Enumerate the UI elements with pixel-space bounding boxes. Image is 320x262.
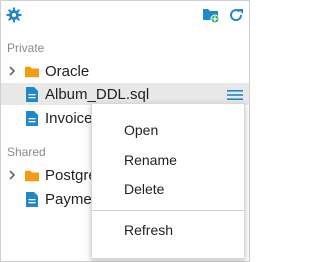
tree-item-label: Oracle xyxy=(45,62,90,80)
gear-icon xyxy=(6,7,22,23)
folder-icon xyxy=(25,64,39,78)
hamburger-menu-icon xyxy=(227,90,243,100)
menu-item-label: Rename xyxy=(124,152,177,168)
tree-item-label: Postgre xyxy=(45,166,97,184)
menu-item-delete[interactable]: Delete xyxy=(92,175,244,203)
context-menu: Open Rename Delete Refresh xyxy=(91,103,245,259)
tree-item-label: Album_DDL.sql xyxy=(45,85,150,103)
chevron-right-icon[interactable] xyxy=(7,170,17,180)
menu-item-label: Refresh xyxy=(124,222,174,238)
section-header-shared: Shared xyxy=(7,145,46,159)
tree-item-oracle[interactable]: Oracle xyxy=(1,60,249,82)
item-menu-button[interactable] xyxy=(227,88,243,100)
menu-divider xyxy=(92,210,244,211)
settings-button[interactable] xyxy=(6,7,22,23)
refresh-button[interactable] xyxy=(227,6,245,24)
section-header-private: Private xyxy=(7,41,45,55)
toolbar xyxy=(1,1,249,31)
file-icon xyxy=(25,86,39,102)
refresh-icon xyxy=(230,9,243,22)
folder-icon xyxy=(25,168,39,182)
menu-item-rename[interactable]: Rename xyxy=(92,146,244,174)
menu-item-refresh[interactable]: Refresh xyxy=(92,216,244,244)
menu-item-label: Delete xyxy=(124,181,165,197)
folder-add-icon xyxy=(203,9,220,24)
scripts-panel: Private Oracle Album_DDL.sql Invoice_ Sh… xyxy=(0,0,250,262)
menu-item-open[interactable]: Open xyxy=(92,116,244,144)
tree-item-album-ddl[interactable]: Album_DDL.sql xyxy=(1,83,249,105)
new-folder-button[interactable] xyxy=(202,6,220,24)
chevron-right-icon[interactable] xyxy=(7,66,17,76)
file-icon xyxy=(25,191,39,207)
file-icon xyxy=(25,110,39,126)
menu-item-label: Open xyxy=(124,122,159,138)
